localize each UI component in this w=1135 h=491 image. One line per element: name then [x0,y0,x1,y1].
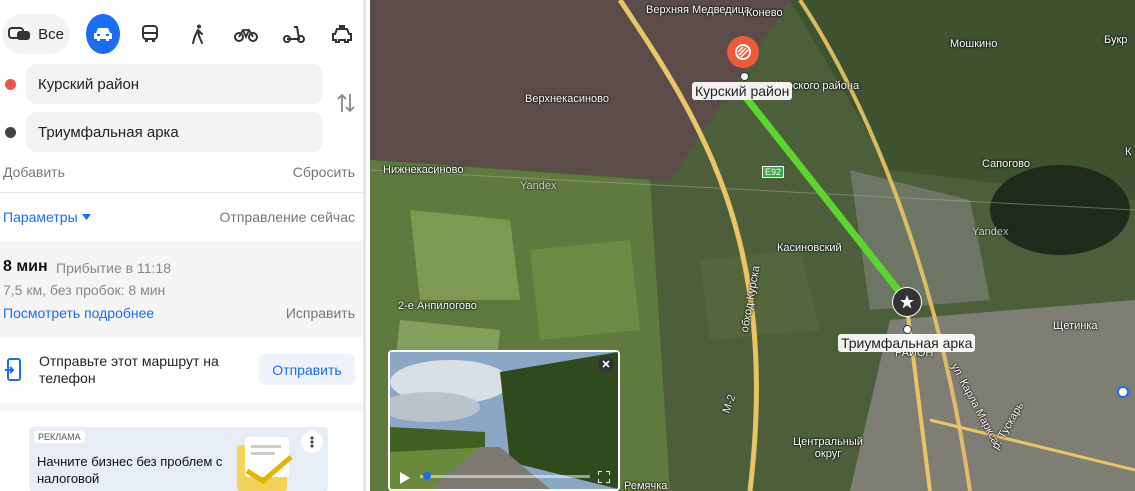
route-duration: 8 мин [3,258,48,275]
start-flag-icon [735,44,751,60]
view-details-link[interactable]: Посмотреть подробнее [3,305,154,321]
origin-dot [5,79,16,90]
place-label: Нижнекасиново [383,164,464,176]
place-label: Мошкино [950,38,998,50]
parameters-label: Параметры [3,209,78,225]
progress-handle[interactable] [423,472,431,480]
mode-all-label: Все [38,25,64,43]
taxi-icon [332,25,352,43]
place-label: Касиновский [777,242,842,254]
progress-track[interactable] [420,475,590,478]
route-to-field[interactable]: Триумфальная арка [26,112,323,152]
fix-route-link[interactable]: Исправить [286,305,355,321]
swap-icon [337,93,355,113]
watermark-label: Yandex [972,226,1009,238]
star-icon [900,295,914,309]
play-icon [400,472,410,484]
mode-bus-button[interactable] [134,14,166,54]
reset-route-link[interactable]: Сбросить [293,164,355,180]
bike-icon [234,29,258,42]
place-label: Ремячка [624,480,668,491]
origin-point [740,72,749,81]
car-icon [94,28,112,41]
phone-icon [5,358,23,387]
mode-scooter-button[interactable] [278,14,310,54]
mode-bike-button[interactable] [230,14,262,54]
place-label: Букр [1104,34,1128,46]
scooter-icon [283,26,305,43]
divider [0,192,366,193]
all-modes-icon [8,27,31,40]
destination-dot [5,127,16,138]
more-vertical-icon [310,436,314,448]
place-label: Щетинка [1053,320,1098,332]
origin-pin[interactable] [727,36,759,68]
destination-point [903,325,912,334]
ad-menu-button[interactable] [301,431,323,453]
place-label: Верхняя Медведица [646,4,751,16]
route-panel: Все Курский район Триумфальная арка Доба… [0,0,366,491]
section-separator [0,403,366,411]
destination-pin[interactable] [892,287,922,317]
map-edge-marker [1117,386,1129,398]
route-result-card[interactable]: 8 мин Прибытие в 11:18 7,5 км, без пробо… [0,241,366,337]
origin-label: Курский район [692,82,793,100]
place-label: Верхнекасиново [525,93,609,105]
panel-scrollbar[interactable] [363,0,366,491]
route-from-field[interactable]: Курский район [26,64,323,104]
fullscreen-button[interactable] [597,470,611,488]
place-label: Сапогово [982,158,1030,170]
mode-taxi-button[interactable] [326,14,358,54]
swap-route-button[interactable] [336,92,356,119]
departure-time[interactable]: Отправление сейчас [220,209,355,225]
destination-label: Триумфальная арка [838,334,976,352]
parameters-dropdown[interactable]: Параметры [3,209,91,225]
place-label: Центральный округ [793,436,863,460]
walk-icon [192,24,203,44]
panorama-preview[interactable] [388,350,620,491]
close-panorama-button[interactable] [598,356,614,372]
route-arrival: Прибытие в 11:18 [56,260,171,276]
play-button[interactable] [400,471,410,489]
send-to-phone-button[interactable]: Отправить [259,354,355,385]
route-from-value: Курский район [38,75,140,93]
route-to-value: Триумфальная арка [38,123,179,141]
ad-banner[interactable]: РЕКЛАМА Начните бизнес без проблем с нал… [29,427,328,491]
route-shield: E92 [762,166,785,178]
place-label: К [1125,146,1132,158]
watermark-label: Yandex [520,180,557,192]
mode-walk-button[interactable] [182,14,214,54]
close-icon [602,360,610,368]
ad-text: Начните бизнес без проблем с налоговой [37,454,223,486]
panorama-image [390,352,618,489]
ad-illustration [229,435,299,491]
mode-car-button[interactable] [86,14,120,54]
transport-modes: Все [0,14,366,54]
caret-down-icon [81,214,91,220]
place-label: 2-е Анпилогово [398,300,477,312]
bus-icon [142,25,158,42]
fullscreen-icon [597,470,611,484]
place-label: Конево [746,7,783,19]
route-details: 7,5 км, без пробок: 8 мин [3,282,166,298]
add-point-link[interactable]: Добавить [3,164,65,180]
send-to-phone-text: Отправьте этот маршрут на телефон [39,353,219,386]
mode-all-button[interactable]: Все [2,14,70,54]
ad-badge: РЕКЛАМА [34,431,85,443]
